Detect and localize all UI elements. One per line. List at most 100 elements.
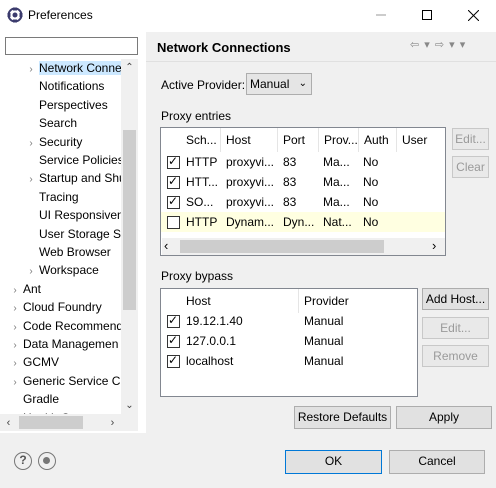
tree-horizontal-scrollbar[interactable]: ‹ ›: [0, 414, 138, 431]
table-row[interactable]: 127.0.0.1 Manual: [161, 331, 417, 351]
table-row[interactable]: 19.12.1.40 Manual: [161, 311, 417, 331]
entries-horizontal-scrollbar[interactable]: ‹ ›: [162, 238, 445, 255]
tree-item-label: Service Policies: [39, 153, 122, 167]
scroll-right-arrow-icon[interactable]: ›: [432, 238, 436, 254]
cell-provider: Ma...: [323, 175, 350, 189]
restore-defaults-button[interactable]: Restore Defaults: [294, 406, 391, 429]
row-checkbox[interactable]: [167, 154, 180, 169]
tree-item-label: Data Managemen: [23, 337, 119, 351]
tree-item[interactable]: › Code Recommend: [0, 317, 122, 335]
cell-port: 83: [283, 155, 297, 169]
expand-chevron-icon[interactable]: ›: [10, 319, 20, 335]
tree-item[interactable]: › Startup and Shu: [0, 169, 122, 187]
expand-chevron-icon[interactable]: ›: [26, 135, 36, 151]
row-checkbox[interactable]: [167, 194, 180, 209]
tree-item-label: Network Conne: [39, 61, 122, 75]
row-checkbox[interactable]: [167, 353, 180, 368]
row-checkbox[interactable]: [167, 333, 180, 348]
edit-entry-button[interactable]: Edit...: [452, 128, 489, 150]
expand-chevron-icon[interactable]: ›: [26, 263, 36, 279]
tree-item[interactable]: Web Browser: [0, 243, 122, 261]
tree-item-label: User Storage Se: [39, 226, 122, 241]
column-header-host[interactable]: Host: [221, 128, 278, 152]
tree-item-label: Search: [39, 116, 78, 131]
minimize-icon: [376, 14, 386, 16]
table-row[interactable]: HTTP proxyvi... 83 Ma... No: [161, 152, 445, 172]
filter-input[interactable]: [5, 37, 138, 55]
cell-auth: No: [363, 195, 379, 209]
entries-hscroll-thumb[interactable]: [180, 240, 384, 253]
cell-provider: Ma...: [323, 155, 350, 169]
expand-chevron-icon[interactable]: ›: [10, 355, 20, 371]
cell-schema: HTTP: [186, 155, 218, 169]
tree-item[interactable]: UI Responsivene: [0, 206, 122, 224]
table-row[interactable]: SO... proxyvi... 83 Ma... No: [161, 192, 445, 212]
tree-item-label: Notifications: [39, 79, 105, 94]
scroll-left-arrow-icon[interactable]: ‹: [0, 414, 17, 431]
back-forward-navigation-icons[interactable]: ⇦ ▾ ⇨ ▾ ▾: [410, 38, 466, 51]
tree-item-label: Ant: [23, 281, 42, 296]
tree-item[interactable]: › GCMV: [0, 353, 122, 371]
expand-chevron-icon[interactable]: ›: [10, 337, 20, 353]
ok-button[interactable]: OK: [285, 450, 382, 474]
record-macro-icon[interactable]: [38, 452, 56, 470]
cell-provider: Ma...: [323, 195, 350, 209]
minimize-button[interactable]: [358, 0, 404, 30]
column-header-bypass-provider[interactable]: Provider: [299, 289, 417, 313]
clear-entry-button[interactable]: Clear: [452, 156, 489, 178]
tree-item[interactable]: User Storage Se: [0, 225, 122, 243]
tree-scroll-thumb[interactable]: [123, 130, 136, 310]
expand-chevron-icon[interactable]: ›: [10, 282, 20, 298]
active-provider-select[interactable]: Manual ⌄: [246, 73, 312, 95]
tree-item[interactable]: › Security: [0, 133, 122, 151]
tree-item[interactable]: › Cloud Foundry: [0, 298, 122, 316]
column-header-bypass-host[interactable]: Host: [181, 289, 299, 313]
close-icon: [467, 9, 479, 21]
expand-chevron-icon[interactable]: ›: [26, 171, 36, 187]
tree-item[interactable]: Perspectives: [0, 96, 122, 114]
scroll-right-arrow-icon[interactable]: ›: [104, 414, 121, 431]
table-row[interactable]: HTTP Dynam... Dyn... Nat... No: [161, 212, 445, 232]
row-checkbox[interactable]: [167, 216, 180, 229]
apply-button[interactable]: Apply: [396, 406, 492, 429]
column-header-auth[interactable]: Auth: [359, 128, 397, 152]
tree-item[interactable]: Tracing: [0, 188, 122, 206]
tree-item[interactable]: Notifications: [0, 77, 122, 95]
tree-hscroll-thumb[interactable]: [19, 416, 83, 429]
table-row[interactable]: HTT... proxyvi... 83 Ma... No: [161, 172, 445, 192]
scroll-left-arrow-icon[interactable]: ‹: [164, 238, 168, 254]
add-host-button[interactable]: Add Host...: [422, 288, 489, 310]
cell-port: Dyn...: [283, 215, 315, 229]
table-row[interactable]: localhost Manual: [161, 351, 417, 371]
scroll-down-arrow-icon[interactable]: ⌄: [121, 397, 138, 414]
tree-vertical-scrollbar[interactable]: ⌃ ⌄: [121, 59, 138, 414]
tree-item[interactable]: › Workspace: [0, 261, 122, 279]
tree-item[interactable]: › Data Managemen: [0, 335, 122, 353]
tree-item[interactable]: › Ant: [0, 280, 122, 298]
expand-chevron-icon[interactable]: ›: [10, 300, 20, 316]
tree-item[interactable]: › Network Conne: [0, 59, 122, 77]
row-checkbox[interactable]: [167, 174, 180, 189]
expand-chevron-icon[interactable]: ›: [26, 61, 36, 77]
remove-host-button[interactable]: Remove: [422, 345, 489, 367]
tree-item[interactable]: Search: [0, 114, 122, 132]
tree-item[interactable]: › Generic Service Cli: [0, 372, 122, 390]
expand-chevron-icon[interactable]: ›: [10, 374, 20, 390]
row-checkbox[interactable]: [167, 313, 180, 328]
help-icon[interactable]: ?: [14, 452, 32, 470]
maximize-button[interactable]: [404, 0, 450, 30]
cancel-button[interactable]: Cancel: [389, 450, 485, 474]
tree-item[interactable]: Gradle: [0, 390, 122, 408]
scroll-up-arrow-icon[interactable]: ⌃: [121, 59, 138, 76]
close-button[interactable]: [450, 0, 496, 30]
edit-host-button[interactable]: Edit...: [422, 317, 489, 339]
tree-item[interactable]: Service Policies: [0, 151, 122, 169]
panel-divider[interactable]: [140, 30, 145, 433]
column-header-port[interactable]: Port: [278, 128, 319, 152]
cell-auth: No: [363, 215, 379, 229]
column-header-schema[interactable]: Sch...: [181, 128, 221, 152]
cell-schema: SO...: [186, 195, 214, 209]
cell-host: Dynam...: [226, 215, 275, 229]
column-header-user[interactable]: User: [397, 128, 445, 152]
column-header-provider[interactable]: Prov...: [319, 128, 359, 152]
